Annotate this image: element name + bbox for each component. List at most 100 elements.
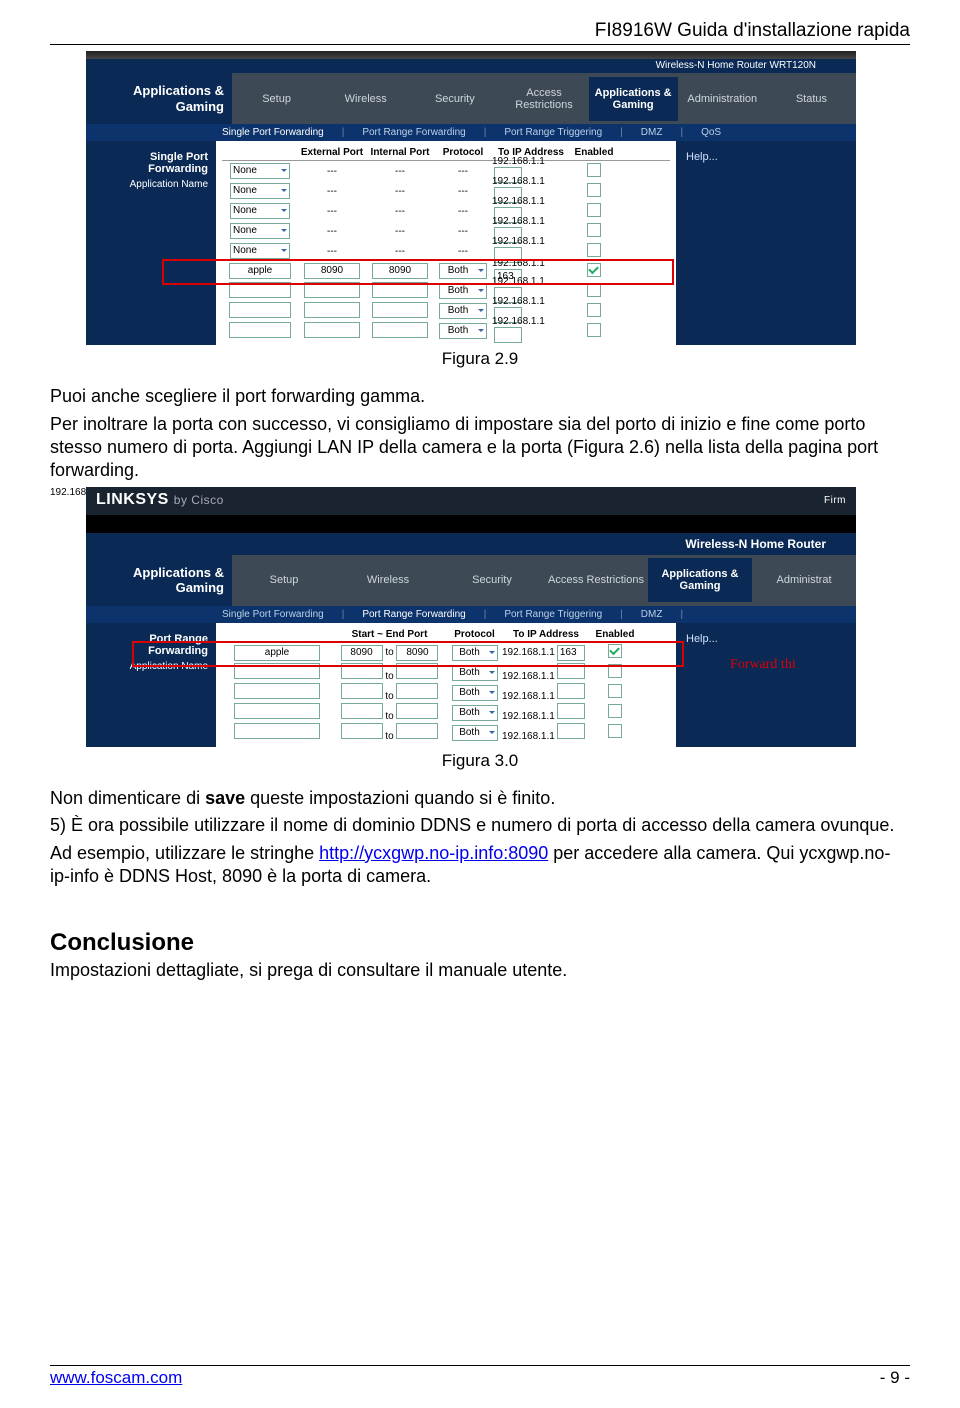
enabled-checkbox[interactable] [587,243,601,257]
enabled-checkbox[interactable] [608,704,622,718]
example-url-link[interactable]: http://ycxgwp.no-ip.info:8090 [319,843,548,863]
int-port-input[interactable] [372,302,428,318]
enabled-checkbox[interactable] [587,163,601,177]
figure-2-9: Wireless-N Home Router WRT120N Applicati… [86,51,856,345]
conclusion-text: Impostazioni dettagliate, si prega di co… [50,959,910,982]
app-input[interactable]: apple [234,645,320,661]
int-port-input[interactable]: 8090 [372,263,428,279]
tab-apps-gaming[interactable]: Applications & Gaming [589,77,678,121]
app-select[interactable]: None [230,163,290,179]
tab-apps-gaming[interactable]: Applications & Gaming [648,558,752,602]
app-input[interactable] [229,322,291,338]
proto-select[interactable]: Both [452,705,498,721]
table-row: to Both192.168.1.1 [222,683,670,703]
start-port-input[interactable] [341,683,383,699]
end-port-input[interactable] [396,663,438,679]
start-port-input[interactable] [341,723,383,739]
subtab-port-range-fwd[interactable]: Port Range Forwarding [356,609,471,620]
table-row: to Both192.168.1.1 [222,723,670,743]
enabled-checkbox[interactable] [587,183,601,197]
subtab-single-port[interactable]: Single Port Forwarding [216,609,330,620]
ip-last-octet[interactable] [557,683,585,699]
ext-port-input[interactable] [304,302,360,318]
start-port-input[interactable] [341,663,383,679]
proto-select[interactable]: Both [452,725,498,741]
tab-security[interactable]: Security [440,564,544,596]
app-input[interactable] [234,663,320,679]
help-link[interactable]: Help... [686,151,718,163]
enabled-checkbox[interactable] [608,664,622,678]
subtab-port-range-fwd[interactable]: Port Range Forwarding [356,127,471,138]
enabled-checkbox[interactable] [608,644,622,658]
int-port-input[interactable] [372,282,428,298]
footer-url[interactable]: www.foscam.com [50,1368,182,1388]
subtab-dmz[interactable]: DMZ [635,127,669,138]
figure-3-0: LINKSYS by Cisco Firm Wireless-N Home Ro… [86,487,856,747]
subtab-port-range-trig[interactable]: Port Range Triggering [498,127,608,138]
app-input[interactable] [229,302,291,318]
enabled-checkbox[interactable] [587,323,601,337]
app-input[interactable] [234,703,320,719]
end-port-input[interactable]: 8090 [396,645,438,661]
page-header: FI8916W Guida d'installazione rapida [50,20,910,45]
proto-select[interactable]: Both [439,303,487,319]
app-input[interactable] [234,723,320,739]
tab-admin[interactable]: Administration [678,83,767,115]
table-row: Both192.168.1.1 [222,321,670,341]
tab-wireless[interactable]: Wireless [336,564,440,596]
figure-2-9-caption: Figura 2.9 [50,349,910,369]
proto-select[interactable]: Both [452,645,498,661]
tab-access[interactable]: Access Restrictions [499,77,588,121]
end-port-input[interactable] [396,703,438,719]
end-port-input[interactable] [396,683,438,699]
tab-setup[interactable]: Setup [232,564,336,596]
ip-last-octet[interactable] [494,327,522,343]
app-select[interactable]: None [230,223,290,239]
tab-status[interactable]: Status [767,83,856,115]
enabled-checkbox[interactable] [587,223,601,237]
ip-last-octet[interactable] [557,663,585,679]
proto-select[interactable]: Both [452,685,498,701]
app-select[interactable]: None [230,183,290,199]
start-port-input[interactable] [341,703,383,719]
help-link[interactable]: Help... [686,633,718,645]
enabled-checkbox[interactable] [608,684,622,698]
tab-access[interactable]: Access Restrictions [544,564,648,596]
enabled-checkbox[interactable] [608,724,622,738]
tab-setup[interactable]: Setup [232,83,321,115]
enabled-checkbox[interactable] [587,283,601,297]
subtab-qos[interactable]: QoS [695,127,727,138]
app-select[interactable]: None [230,203,290,219]
proto-select[interactable]: Both [439,263,487,279]
enabled-checkbox[interactable] [587,263,601,277]
ext-port-input[interactable] [304,282,360,298]
subtab-port-range-trig[interactable]: Port Range Triggering [498,609,608,620]
start-port-input[interactable]: 8090 [341,645,383,661]
proto-select[interactable]: Both [439,283,487,299]
ext-port-input[interactable]: 8090 [304,263,360,279]
subtab-single-port[interactable]: Single Port Forwarding [216,127,330,138]
tab-admin[interactable]: Administrat [752,564,856,596]
table-row: apple80908090Both192.168.1.1163 [222,261,670,281]
ext-port-input[interactable] [304,322,360,338]
app-input[interactable] [234,683,320,699]
ip-last-octet[interactable]: 163 [557,645,585,661]
router-model-bar: Wireless-N Home Router WRT120N [86,59,856,73]
table-row: None---------192.168.1.1 [222,221,670,241]
ip-last-octet[interactable] [557,703,585,719]
tab-security[interactable]: Security [410,83,499,115]
tab-wireless[interactable]: Wireless [321,83,410,115]
ip-last-octet[interactable] [557,723,585,739]
proto-select[interactable]: Both [439,323,487,339]
app-input[interactable] [229,282,291,298]
proto-select[interactable]: Both [452,665,498,681]
conclusion-heading: Conclusione [50,929,910,957]
app-input[interactable]: apple [229,263,291,279]
enabled-checkbox[interactable] [587,303,601,317]
int-port-input[interactable] [372,322,428,338]
app-select[interactable]: None [230,243,290,259]
subtab-dmz[interactable]: DMZ [635,609,669,620]
forward-annotation: Forward thi [730,657,796,673]
enabled-checkbox[interactable] [587,203,601,217]
end-port-input[interactable] [396,723,438,739]
